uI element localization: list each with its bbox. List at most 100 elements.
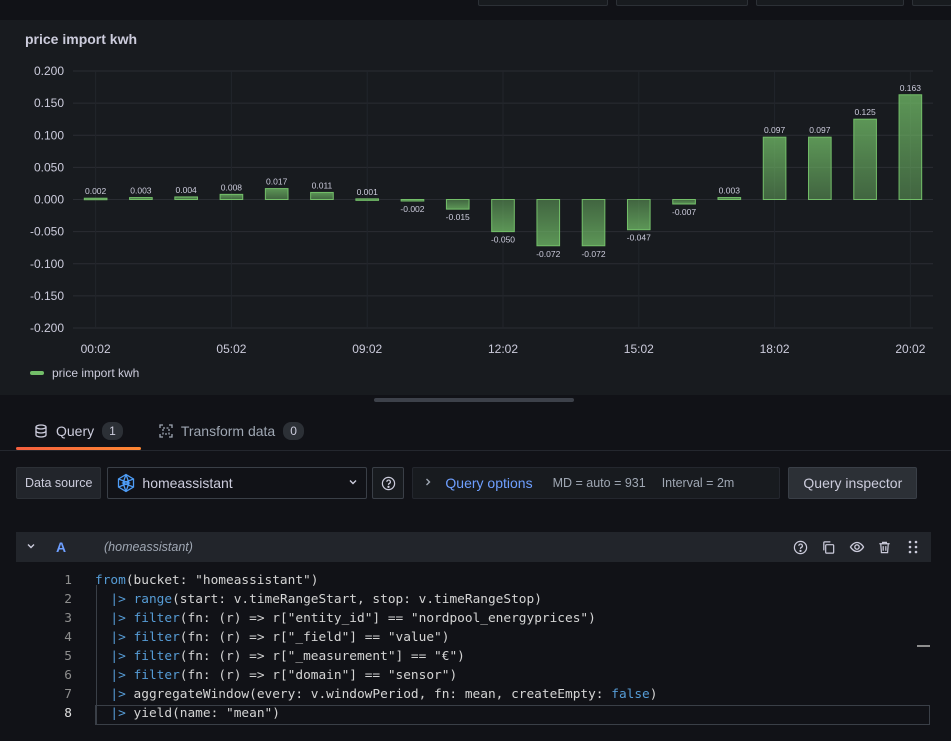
- code-line[interactable]: 5 |> filter(fn: (r) => r["_measurement"]…: [40, 647, 931, 666]
- code-line[interactable]: 1 from(bucket: "homeassistant"): [40, 571, 931, 590]
- bar: [853, 118, 877, 200]
- bar-value-label: 0.002: [85, 186, 107, 196]
- datasource-label: Data source: [16, 467, 102, 499]
- tab-transform-count: 0: [283, 422, 304, 440]
- time-picker-control[interactable]: [478, 0, 608, 6]
- options-control[interactable]: [912, 0, 951, 6]
- code-text: |> filter(fn: (r) => r["_field"] == "val…: [110, 630, 450, 645]
- bar: [264, 188, 289, 200]
- query-options-toggle[interactable]: Query options MD = auto = 931 Interval =…: [412, 467, 781, 499]
- tab-transform[interactable]: Transform data 0: [141, 412, 322, 450]
- y-tick-label: -0.150: [30, 289, 64, 303]
- line-number: 7: [64, 687, 72, 702]
- query-options-title: Query options: [445, 475, 533, 491]
- x-tick-label: 20:02: [895, 342, 925, 356]
- tab-query-label: Query: [56, 423, 95, 439]
- y-tick-label: 0.050: [34, 160, 64, 174]
- bar-value-label: 0.008: [221, 182, 243, 192]
- legend-label: price import kwh: [52, 366, 140, 380]
- query-options-interval: Interval = 2m: [661, 476, 735, 490]
- code-text: |> aggregateWindow(every: v.windowPeriod…: [110, 687, 658, 702]
- collapse-chevron-icon[interactable]: [16, 541, 46, 554]
- datasource-help-button[interactable]: [372, 467, 405, 499]
- bar-value-label: 0.004: [176, 185, 198, 195]
- line-number: 1: [64, 573, 72, 588]
- pane-splitter[interactable]: [374, 398, 574, 402]
- apply-control[interactable]: [756, 0, 904, 6]
- influxdb-icon: [116, 473, 136, 493]
- bar: [129, 197, 153, 200]
- x-tick-label: 05:02: [216, 342, 246, 356]
- bar-value-label: -0.072: [536, 249, 560, 259]
- code-text: |> filter(fn: (r) => r["_measurement"] =…: [110, 649, 465, 664]
- drag-handle-icon[interactable]: [904, 539, 921, 556]
- refresh-control[interactable]: [616, 0, 748, 6]
- query-row-actions: [792, 539, 931, 556]
- code-text: |> yield(name: "mean"): [110, 706, 280, 721]
- x-tick-label: 15:02: [624, 342, 654, 356]
- bar: [717, 197, 742, 200]
- query-row-header: A (homeassistant): [16, 532, 931, 562]
- chart-legend[interactable]: price import kwh: [30, 366, 139, 380]
- code-line[interactable]: 2 |> range(start: v.timeRangeStart, stop…: [40, 590, 931, 609]
- y-tick-label: 0.000: [34, 193, 64, 207]
- bar-value-label: 0.003: [130, 186, 152, 196]
- bar: [626, 199, 651, 231]
- bar: [536, 199, 561, 247]
- line-number: 6: [64, 668, 72, 683]
- code-text: |> filter(fn: (r) => r["domain"] == "sen…: [110, 668, 458, 683]
- tab-query[interactable]: Query 1: [16, 412, 141, 450]
- datasource-select[interactable]: homeassistant: [107, 467, 368, 499]
- line-number: 5: [64, 649, 72, 664]
- y-tick-label: 0.100: [34, 128, 64, 142]
- y-tick-label: 0.150: [34, 96, 64, 110]
- trash-icon[interactable]: [876, 539, 893, 556]
- code-line[interactable]: 8 |> yield(name: "mean"): [40, 704, 931, 723]
- bar-value-label: -0.047: [627, 233, 651, 243]
- bar-value-label: 0.011: [312, 180, 333, 190]
- eye-icon[interactable]: [848, 539, 865, 556]
- code-text: |> range(start: v.timeRangeStart, stop: …: [110, 592, 542, 607]
- line-number: 8: [64, 706, 72, 721]
- bar-value-label: 0.017: [266, 177, 288, 187]
- query-options-md: MD = auto = 931: [552, 476, 646, 490]
- chevron-right-icon: [423, 476, 433, 490]
- y-tick-label: -0.050: [30, 225, 64, 239]
- query-ref-id[interactable]: A: [56, 539, 104, 555]
- code-text: from(bucket: "homeassistant"): [95, 573, 319, 588]
- bar-value-label: -0.007: [672, 207, 696, 217]
- bar-value-label: 0.097: [764, 125, 786, 135]
- chevron-down-icon: [348, 476, 358, 490]
- bar-value-label: 0.003: [719, 186, 741, 196]
- bar: [83, 197, 108, 201]
- bar: [400, 199, 425, 202]
- scrollbar-marker[interactable]: [917, 645, 930, 647]
- question-circle-icon[interactable]: [792, 539, 809, 556]
- tab-transform-label: Transform data: [180, 423, 276, 439]
- bar-value-label: -0.072: [581, 249, 605, 259]
- transform-icon: [159, 424, 173, 438]
- query-inspector-button[interactable]: Query inspector: [788, 467, 918, 499]
- y-tick-label: 0.200: [34, 64, 64, 78]
- bar-value-label: 0.163: [900, 83, 922, 93]
- bar: [174, 196, 198, 200]
- code-line[interactable]: 3 |> filter(fn: (r) => r["entity_id"] ==…: [40, 609, 931, 628]
- code-line[interactable]: 4 |> filter(fn: (r) => r["_field"] == "v…: [40, 628, 931, 647]
- bar: [762, 136, 787, 200]
- x-tick-label: 00:02: [81, 342, 111, 356]
- code-line[interactable]: 7 |> aggregateWindow(every: v.windowPeri…: [40, 685, 931, 704]
- bar-value-label: 0.125: [854, 107, 876, 117]
- bar-value-label: 0.001: [357, 187, 379, 197]
- x-tick-label: 09:02: [352, 342, 382, 356]
- flux-code-editor[interactable]: 1 from(bucket: "homeassistant") 2 |> range…: [40, 562, 931, 741]
- legend-swatch: [30, 371, 44, 375]
- visualization-panel: price import kwh 0.200 0.150 0.100 0.050 0.0…: [0, 20, 951, 395]
- bar: [445, 199, 470, 210]
- bar: [355, 198, 380, 201]
- query-datasource-name: (homeassistant): [104, 540, 193, 554]
- line-number: 2: [64, 592, 72, 607]
- code-line[interactable]: 6 |> filter(fn: (r) => r["domain"] == "s…: [40, 666, 931, 685]
- database-icon: [34, 424, 48, 438]
- query-toolbar: Data source homeassistant Query options …: [16, 467, 918, 499]
- duplicate-icon[interactable]: [820, 539, 837, 556]
